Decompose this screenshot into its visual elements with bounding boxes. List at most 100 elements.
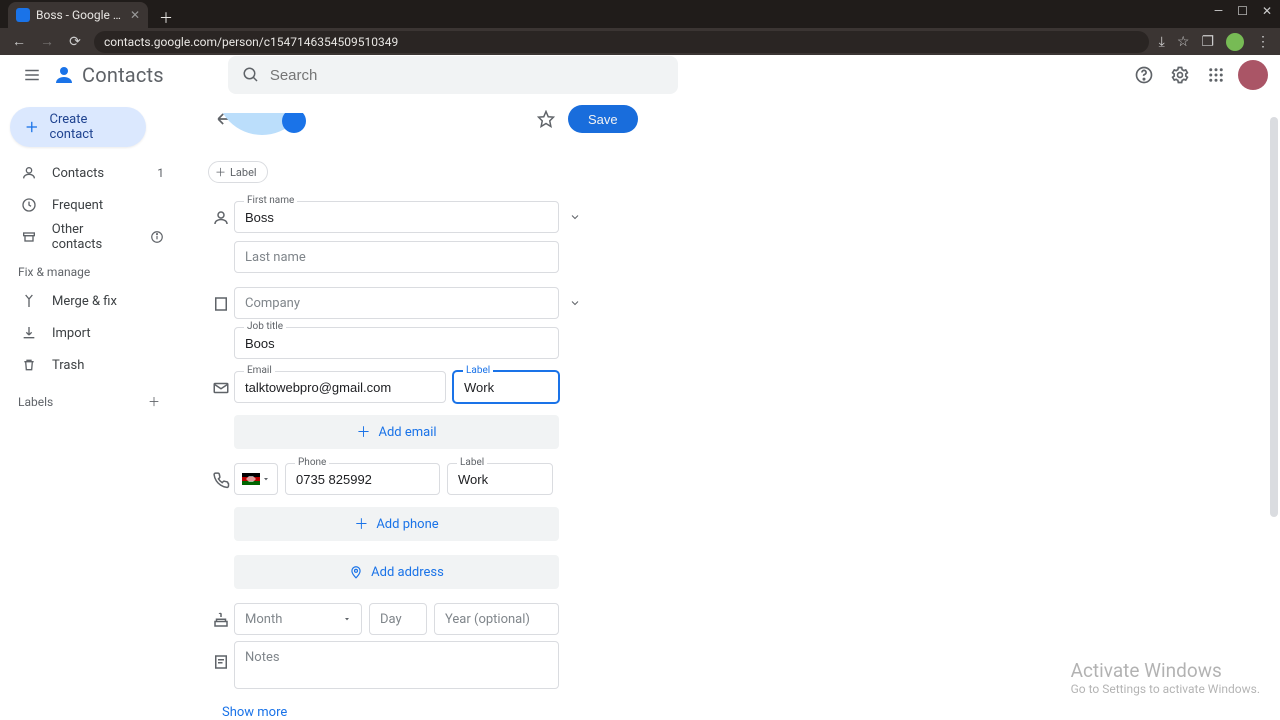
plus-icon: ＋ (215, 164, 226, 180)
phone-field[interactable]: Phone (285, 463, 440, 495)
sidebar-item-label: Import (52, 326, 91, 341)
app-header: Contacts (0, 55, 1280, 95)
bookmark-icon[interactable]: ☆ (1177, 34, 1190, 50)
chevron-down-icon (262, 475, 270, 483)
sidebar-item-label: Trash (52, 358, 84, 373)
new-tab-button[interactable]: ＋ (156, 8, 176, 28)
search-icon (242, 66, 260, 84)
expand-name-icon[interactable] (565, 211, 585, 223)
day-field[interactable]: Day (369, 603, 427, 635)
search-box[interactable] (228, 56, 678, 94)
favicon-icon (16, 8, 30, 22)
browser-reload-icon[interactable]: ⟳ (66, 34, 84, 50)
contacts-logo-icon (52, 63, 76, 87)
add-email-button[interactable]: ＋ Add email (234, 415, 559, 449)
sidebar-item-other[interactable]: Other contacts (0, 221, 178, 253)
browser-menu-icon[interactable]: ⋮ (1256, 34, 1270, 50)
window-close-icon[interactable]: ✕ (1262, 4, 1272, 18)
add-address-button[interactable]: Add address (234, 555, 559, 589)
install-icon[interactable]: ⤓ (1159, 34, 1165, 50)
sidebar-item-contacts[interactable]: Contacts 1 (0, 157, 178, 189)
sidebar-item-import[interactable]: Import (0, 317, 178, 349)
browser-forward-icon[interactable]: → (38, 33, 56, 50)
email-input[interactable] (235, 372, 445, 402)
phone-label-input[interactable] (448, 464, 552, 494)
plus-icon: ＋ (354, 514, 368, 534)
browser-chrome: Boss - Google Contacts ✕ ＋ ― ☐ ✕ ← → ⟳ c… (0, 0, 1280, 55)
sidebar-item-merge[interactable]: Merge & fix (0, 285, 178, 317)
sidebar-item-frequent[interactable]: Frequent (0, 189, 178, 221)
last-name-input[interactable] (235, 242, 558, 272)
main-menu-icon[interactable] (12, 55, 52, 95)
last-name-field[interactable]: Last name (234, 241, 559, 273)
add-phone-button[interactable]: ＋ Add phone (234, 507, 559, 541)
first-name-input[interactable] (235, 202, 558, 232)
create-contact-button[interactable]: Create contact (10, 107, 146, 147)
sidebar-item-label: Merge & fix (52, 294, 117, 309)
country-select[interactable] (234, 463, 278, 495)
sidebar-item-label: Contacts (52, 166, 104, 181)
job-title-input[interactable] (235, 328, 558, 358)
day-input[interactable] (370, 604, 426, 634)
notes-icon (208, 647, 234, 671)
building-icon (208, 293, 234, 313)
scrollbar[interactable] (1268, 107, 1280, 712)
window-minimize-icon[interactable]: ― (1214, 4, 1223, 18)
contact-editor: Save ＋ Label First name (178, 95, 1280, 720)
show-more-link[interactable]: Show more (222, 705, 287, 720)
extensions-icon[interactable]: ❐ (1201, 34, 1214, 50)
company-input[interactable] (235, 288, 558, 318)
search-input[interactable] (270, 67, 664, 84)
phone-icon (208, 469, 234, 489)
email-label-field[interactable]: Label (453, 371, 559, 403)
apps-grid-icon[interactable] (1198, 57, 1234, 93)
browser-back-icon[interactable]: ← (10, 33, 28, 50)
company-field[interactable]: Company (234, 287, 559, 319)
star-button[interactable] (530, 103, 562, 135)
cake-icon (208, 609, 234, 629)
save-button[interactable]: Save (568, 105, 638, 133)
tab-close-icon[interactable]: ✕ (130, 8, 140, 22)
job-title-field[interactable]: Job title (234, 327, 559, 359)
phone-label-field[interactable]: Label (447, 463, 553, 495)
year-field[interactable]: Year (optional) (434, 603, 559, 635)
settings-icon[interactable] (1162, 57, 1198, 93)
chevron-down-icon (343, 615, 351, 623)
browser-tab[interactable]: Boss - Google Contacts ✕ (8, 2, 148, 28)
url-text: contacts.google.com/person/c154714635450… (104, 35, 398, 49)
first-name-field[interactable]: First name (234, 201, 559, 233)
person-icon (20, 165, 38, 181)
archive-icon (20, 229, 38, 245)
expand-company-icon[interactable] (565, 297, 585, 309)
sidebar-item-count: 1 (157, 166, 164, 180)
sidebar-item-trash[interactable]: Trash (0, 349, 178, 381)
year-input[interactable] (435, 604, 558, 634)
add-label-icon[interactable]: ＋ (148, 393, 160, 410)
trash-icon (20, 357, 38, 373)
email-field[interactable]: Email (234, 371, 446, 403)
person-icon (208, 207, 234, 227)
import-icon (20, 325, 38, 341)
account-avatar[interactable] (1238, 60, 1268, 90)
notes-field[interactable]: Notes (234, 641, 559, 689)
info-icon[interactable] (150, 230, 164, 244)
plus-icon: ＋ (356, 422, 370, 442)
tab-title: Boss - Google Contacts (36, 8, 124, 22)
contact-avatar[interactable] (216, 113, 308, 137)
address-bar[interactable]: contacts.google.com/person/c154714635450… (94, 31, 1149, 53)
phone-input[interactable] (286, 464, 439, 494)
email-label-input[interactable] (454, 372, 558, 402)
windows-watermark: Activate Windows Go to Settings to activ… (1071, 659, 1260, 696)
browser-profile-icon[interactable] (1226, 33, 1244, 51)
month-select[interactable]: Month (234, 603, 362, 635)
window-maximize-icon[interactable]: ☐ (1237, 4, 1248, 18)
add-label-chip[interactable]: ＋ Label (208, 161, 268, 183)
create-contact-label: Create contact (50, 112, 132, 142)
sidebar: Create contact Contacts 1 Frequent Other… (0, 95, 178, 720)
flag-icon (242, 473, 260, 485)
sidebar-item-label: Frequent (52, 198, 103, 213)
help-icon[interactable] (1126, 57, 1162, 93)
email-icon (208, 377, 234, 397)
labels-header: Labels ＋ (0, 381, 178, 416)
fix-manage-header: Fix & manage (0, 253, 178, 285)
